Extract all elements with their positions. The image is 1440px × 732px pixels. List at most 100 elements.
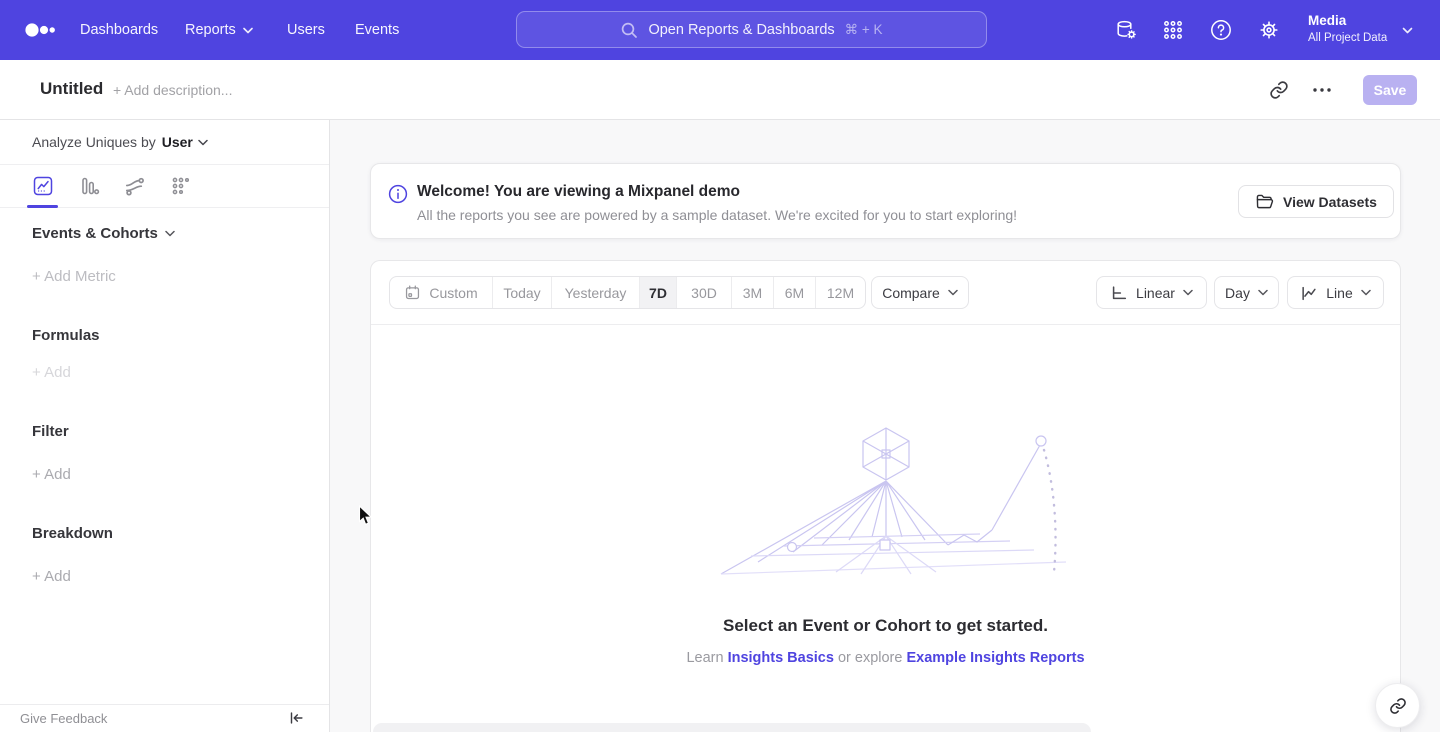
search-icon [620,21,638,39]
tab-insights-icon[interactable] [32,175,54,197]
analyze-prefix: Analyze Uniques by [32,134,156,150]
scale-label: Linear [1136,285,1175,301]
view-datasets-label: View Datasets [1283,194,1377,210]
share-link-fab[interactable] [1375,683,1420,728]
tab-retention-icon[interactable] [170,175,192,197]
search-shortcut: ⌘ + K [845,22,883,38]
chevron-down-icon [243,27,253,34]
calendar-icon [404,284,421,301]
events-cohorts-section-title[interactable]: Events & Cohorts [32,225,175,242]
project-name: Media [1308,12,1387,30]
events-cohorts-label: Events & Cohorts [32,225,158,242]
compare-dropdown[interactable]: Compare [871,276,969,309]
insights-basics-link[interactable]: Insights Basics [728,650,834,666]
granularity-dropdown[interactable]: Day [1214,276,1279,309]
report-header: Untitled + Add description... Save [0,60,1440,120]
chart-type-label: Line [1326,285,1352,301]
chevron-down-icon [165,230,175,237]
tab-bar-icon[interactable] [78,175,100,197]
project-switcher[interactable]: Media All Project Data [1308,12,1387,47]
info-icon [388,184,408,204]
sidebar-footer: Give Feedback [0,704,329,732]
query-builder-sidebar: Analyze Uniques by User [0,120,330,732]
chevron-down-icon [1183,289,1193,296]
banner-title: Welcome! You are viewing a Mixpanel demo [417,183,740,201]
collapse-sidebar-icon[interactable] [287,709,305,727]
save-button[interactable]: Save [1363,75,1417,105]
analyze-uniques-row: Analyze Uniques by User [0,120,329,165]
scale-dropdown[interactable]: Linear [1096,276,1207,309]
learn-prefix: Learn [686,650,723,666]
filter-label: Filter [32,423,69,440]
breakdown-label: Breakdown [32,525,113,542]
insights-report-card: Custom Today Yesterday 7D 30D 3M 6M 12M … [370,260,1401,732]
main-content: Welcome! You are viewing a Mixpanel demo… [330,120,1440,732]
copy-link-button[interactable] [1266,77,1292,103]
range-7d-label: 7D [649,285,667,301]
breakdown-section-title: Breakdown [32,525,113,542]
range-30d-label: 30D [691,285,717,301]
add-breakdown-button[interactable]: + Add [32,568,71,585]
chevron-down-icon [1402,27,1413,34]
give-feedback-link[interactable]: Give Feedback [20,711,107,726]
controls-divider [371,324,1400,325]
demo-welcome-banner: Welcome! You are viewing a Mixpanel demo… [370,163,1401,239]
empty-state-links: Learn Insights Basics or explore Example… [371,650,1400,666]
range-custom[interactable]: Custom [390,277,493,308]
banner-subtitle: All the reports you see are powered by a… [417,207,1017,223]
range-yesterday[interactable]: Yesterday [552,277,640,308]
compare-label: Compare [882,285,940,301]
folder-open-icon [1255,193,1274,210]
search-placeholder: Open Reports & Dashboards [648,22,834,38]
range-3m[interactable]: 3M [732,277,774,308]
range-3m-label: 3M [743,285,762,301]
date-range-selector: Custom Today Yesterday 7D 30D 3M 6M 12M [389,276,866,309]
view-datasets-button[interactable]: View Datasets [1238,185,1394,218]
chevron-down-icon [948,289,958,296]
nav-events[interactable]: Events [355,0,399,60]
analyze-value: User [162,134,193,150]
mixpanel-logo-icon[interactable] [24,22,56,38]
range-6m-label: 6M [785,285,804,301]
results-table-edge [373,723,1091,732]
more-options-button[interactable] [1309,77,1335,103]
empty-state-title: Select an Event or Cohort to get started… [371,616,1400,636]
report-title[interactable]: Untitled [40,79,103,99]
report-description-placeholder[interactable]: + Add description... [113,82,232,98]
chevron-down-icon [1258,289,1268,296]
link-icon [1269,80,1289,100]
nav-dashboards-label: Dashboards [80,22,158,38]
range-30d[interactable]: 30D [677,277,732,308]
ellipsis-icon [1312,87,1332,93]
mixpanel-app: Dashboards Reports Users Events Open Rep… [0,0,1440,732]
range-today-label: Today [503,285,540,301]
range-6m[interactable]: 6M [774,277,816,308]
range-yesterday-label: Yesterday [565,285,627,301]
nav-dashboards[interactable]: Dashboards [80,0,158,60]
project-scope: All Project Data [1308,30,1387,47]
add-metric-button[interactable]: + Add Metric [32,268,116,285]
range-7d[interactable]: 7D [640,277,677,308]
global-search[interactable]: Open Reports & Dashboards ⌘ + K [516,11,987,48]
settings-gear-icon[interactable] [1257,18,1281,42]
link-icon [1389,697,1407,715]
chart-type-dropdown[interactable]: Line [1287,276,1384,309]
range-12m[interactable]: 12M [816,277,865,308]
granularity-label: Day [1225,285,1250,301]
analyze-value-dropdown[interactable]: User [162,134,208,150]
add-filter-button[interactable]: + Add [32,466,71,483]
nav-users[interactable]: Users [287,0,325,60]
chevron-down-icon [198,139,208,146]
explore-middle: or explore [838,650,902,666]
data-management-icon[interactable] [1114,18,1138,42]
tab-flows-icon[interactable] [124,175,146,197]
range-12m-label: 12M [827,285,854,301]
formulas-section-title: Formulas [32,327,100,344]
apps-grid-icon[interactable] [1161,18,1185,42]
add-formula-button[interactable]: + Add [32,364,71,381]
nav-reports[interactable]: Reports [185,0,253,60]
empty-state-illustration [696,424,1076,576]
help-icon[interactable] [1209,18,1233,42]
range-today[interactable]: Today [493,277,552,308]
example-reports-link[interactable]: Example Insights Reports [906,650,1084,666]
